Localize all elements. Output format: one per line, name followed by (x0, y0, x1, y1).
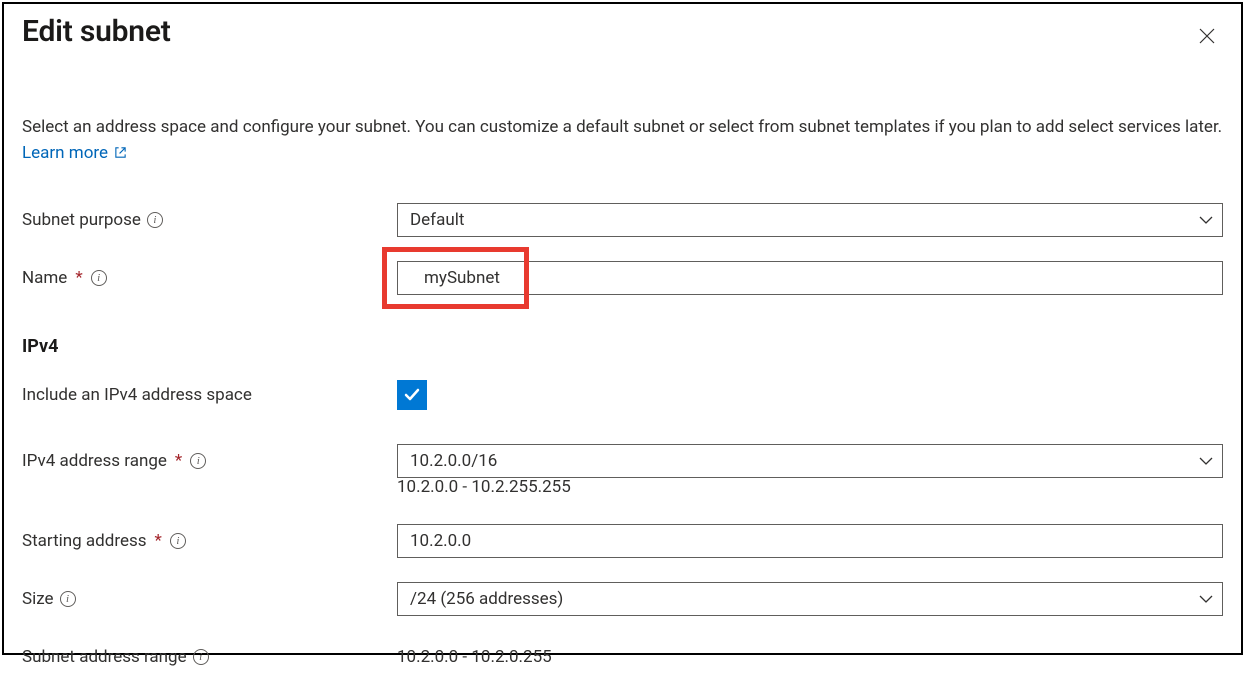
close-button[interactable] (1191, 20, 1223, 52)
section-title-ipv4: IPv4 (22, 336, 1223, 357)
panel-title: Edit subnet (22, 14, 171, 49)
external-link-icon (114, 141, 127, 167)
ipv4-range-select-wrap: 10.2.0.0/16 (397, 444, 1223, 478)
name-input[interactable] (397, 261, 1223, 295)
learn-more-text: Learn more (22, 143, 108, 163)
row-size: Size i /24 (256 addresses) (22, 581, 1223, 617)
learn-more-link[interactable]: Learn more (22, 143, 127, 163)
close-icon (1198, 27, 1216, 45)
name-field-wrap (397, 261, 1223, 295)
panel-description: Select an address space and configure yo… (22, 114, 1223, 168)
label-text-starting-address: Starting address (22, 531, 147, 551)
subnet-purpose-select-wrap: Default (397, 203, 1223, 237)
label-starting-address: Starting address * i (22, 531, 397, 551)
panel-header: Edit subnet (22, 4, 1223, 52)
info-icon[interactable]: i (60, 591, 76, 607)
check-icon (402, 385, 422, 405)
label-subnet-purpose: Subnet purpose i (22, 210, 397, 230)
size-select[interactable]: /24 (256 addresses) (397, 582, 1223, 616)
label-ipv4-range: IPv4 address range * i (22, 451, 397, 471)
info-icon[interactable]: i (147, 212, 163, 228)
required-indicator: * (175, 451, 182, 471)
row-name: Name * i (22, 260, 1223, 296)
label-include-ipv4: Include an IPv4 address space (22, 385, 397, 405)
include-ipv4-checkbox[interactable] (397, 380, 427, 410)
label-text-ipv4-range: IPv4 address range (22, 451, 167, 471)
starting-address-input[interactable] (397, 524, 1223, 558)
required-indicator: * (155, 531, 162, 551)
label-text-include-ipv4: Include an IPv4 address space (22, 385, 252, 405)
description-text: Select an address space and configure yo… (22, 117, 1222, 137)
info-icon[interactable]: i (170, 533, 186, 549)
info-icon[interactable]: i (190, 453, 206, 469)
label-text-size: Size (22, 589, 54, 609)
row-starting-address: Starting address * i (22, 523, 1223, 559)
size-select-wrap: /24 (256 addresses) (397, 582, 1223, 616)
label-text-name: Name (22, 268, 67, 288)
label-size: Size i (22, 589, 397, 609)
label-name: Name * i (22, 268, 397, 288)
row-subnet-purpose: Subnet purpose i Default (22, 202, 1223, 238)
label-text-subnet-purpose: Subnet purpose (22, 210, 141, 230)
row-include-ipv4: Include an IPv4 address space (22, 377, 1223, 413)
ipv4-range-select[interactable]: 10.2.0.0/16 (397, 444, 1223, 478)
required-indicator: * (75, 268, 82, 288)
form-area: Subnet purpose i Default Name * i (22, 202, 1223, 675)
info-icon[interactable]: i (91, 270, 107, 286)
ipv4-range-helper-text: 10.2.0.0 - 10.2.255.255 (397, 477, 1223, 497)
edit-subnet-panel: Edit subnet Select an address space and … (2, 2, 1243, 655)
subnet-purpose-select[interactable]: Default (397, 203, 1223, 237)
